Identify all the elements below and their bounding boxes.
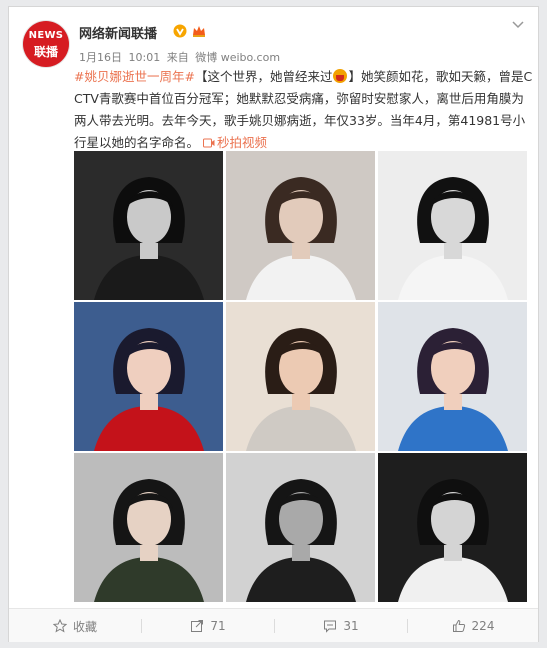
photo-thumbnail[interactable] [226, 302, 375, 451]
photo-thumbnail[interactable] [226, 151, 375, 300]
repost-count: 71 [210, 619, 226, 633]
avatar-logo-news: NEWS [28, 30, 64, 41]
video-link-icon [203, 138, 215, 148]
chevron-down-icon[interactable] [511, 19, 525, 31]
photo-thumbnail[interactable] [74, 302, 223, 451]
star-icon [52, 619, 67, 633]
comment-count: 31 [343, 619, 359, 633]
thumbs-up-icon [452, 619, 465, 632]
video-link[interactable]: 秒拍视频 [203, 135, 267, 150]
comment-button[interactable]: 31 [275, 609, 407, 643]
photo-thumbnail[interactable] [378, 453, 527, 602]
action-bar: 收藏 71 31 224 [9, 608, 538, 642]
verified-badge-icon[interactable] [173, 24, 187, 38]
source-prefix: 来自 [166, 51, 189, 64]
repost-icon [191, 620, 204, 632]
photo-thumbnail[interactable] [378, 302, 527, 451]
post-time[interactable]: 10:01 [129, 51, 161, 64]
repost-button[interactable]: 71 [142, 609, 274, 643]
hashtag-link[interactable]: #姚贝娜逝世一周年# [74, 69, 195, 84]
like-count: 224 [471, 619, 495, 633]
like-button[interactable]: 224 [408, 609, 538, 643]
favorite-label: 收藏 [72, 619, 97, 634]
video-link-label: 秒拍视频 [217, 135, 268, 150]
post-date[interactable]: 1月16日 [79, 51, 122, 64]
avatar-logo-lianbo: 联播 [33, 45, 58, 59]
photo-thumbnail[interactable] [74, 151, 223, 300]
post-text: #姚贝娜逝世一周年#【这个世界，她曾经来过 】她笑颜如花，歌如天籁，曾是CCTV青… [74, 66, 534, 154]
photo-grid [74, 151, 527, 602]
member-crown-icon[interactable] [191, 24, 207, 38]
favorite-button[interactable]: 收藏 [9, 609, 141, 643]
account-avatar[interactable]: NEWS 联播 [23, 21, 69, 67]
account-name[interactable]: 网络新闻联播 [79, 23, 157, 42]
emoji-icon [333, 69, 348, 83]
post-text-part1: 【这个世界，她曾经来过 [194, 69, 333, 84]
photo-thumbnail[interactable] [226, 453, 375, 602]
photo-thumbnail[interactable] [378, 151, 527, 300]
weibo-post-card: NEWS 联播 网络新闻联播 1月16日 10:01 来自 微博 weibo.c… [8, 6, 539, 642]
post-meta: 1月16日 10:01 来自 微博 weibo.com [79, 49, 283, 65]
comment-icon [324, 620, 337, 633]
photo-thumbnail[interactable] [74, 453, 223, 602]
post-source[interactable]: 微博 weibo.com [195, 51, 280, 64]
